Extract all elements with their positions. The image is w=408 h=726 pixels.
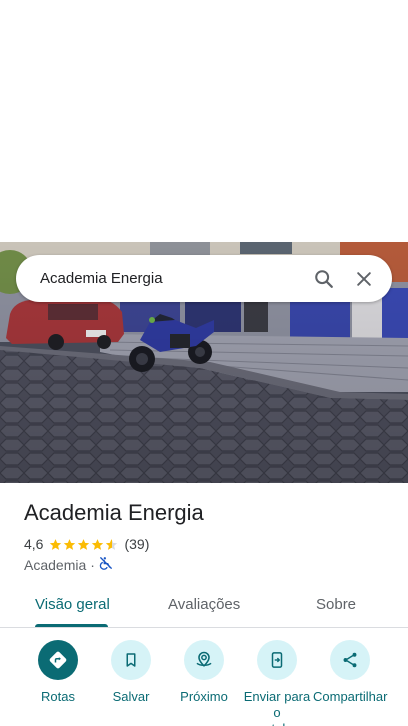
nearby-label: Próximo <box>180 689 228 704</box>
tab-reviews[interactable]: Avaliações <box>168 596 240 613</box>
half-star-icon <box>106 538 118 550</box>
rating-row[interactable]: 4,6 (39) <box>24 536 149 552</box>
tab-about[interactable]: Sobre <box>316 596 356 613</box>
close-icon[interactable] <box>344 259 384 299</box>
place-title: Academia Energia <box>24 500 204 525</box>
save-label: Salvar <box>112 689 150 704</box>
search-bar[interactable]: Academia Energia <box>16 255 392 302</box>
tab-overview[interactable]: Visão geral <box>35 596 110 613</box>
not-wheelchair-accessible-icon[interactable] <box>99 556 113 573</box>
nearby-button[interactable]: Próximo <box>167 640 241 705</box>
action-bar: Rotas Salvar Próximo Enviar para o smart… <box>0 640 408 726</box>
separator: · <box>90 556 95 573</box>
category-row: Academia · <box>24 556 113 573</box>
save-button[interactable]: Salvar <box>94 640 168 705</box>
share-button[interactable]: Compartilhar <box>313 640 387 705</box>
share-icon <box>330 640 370 680</box>
search-input[interactable]: Academia Energia <box>40 270 304 287</box>
directions-button[interactable]: Rotas <box>21 640 95 705</box>
tab-bar: Visão geral Avaliações Sobre <box>0 586 408 628</box>
search-icon[interactable] <box>304 259 344 299</box>
share-label: Compartilhar <box>313 689 388 704</box>
send-to-phone-label: Enviar para o smartphone <box>243 689 312 726</box>
directions-icon <box>38 640 78 680</box>
star-rating <box>49 538 119 551</box>
screen: Academia Energia Academia Energia 4,6 (3… <box>0 0 408 726</box>
rating-value: 4,6 <box>24 536 44 552</box>
active-tab-indicator <box>35 624 108 627</box>
send-to-phone-icon <box>257 640 297 680</box>
send-to-phone-button[interactable]: Enviar para o smartphone <box>240 640 314 726</box>
star-icon <box>92 538 104 550</box>
review-count: (39) <box>124 536 150 552</box>
star-icon <box>78 538 90 550</box>
star-icon <box>64 538 76 550</box>
star-icon <box>50 538 62 550</box>
place-category: Academia <box>24 556 87 573</box>
bookmark-icon <box>111 640 151 680</box>
directions-label: Rotas <box>41 689 75 704</box>
nearby-icon <box>184 640 224 680</box>
